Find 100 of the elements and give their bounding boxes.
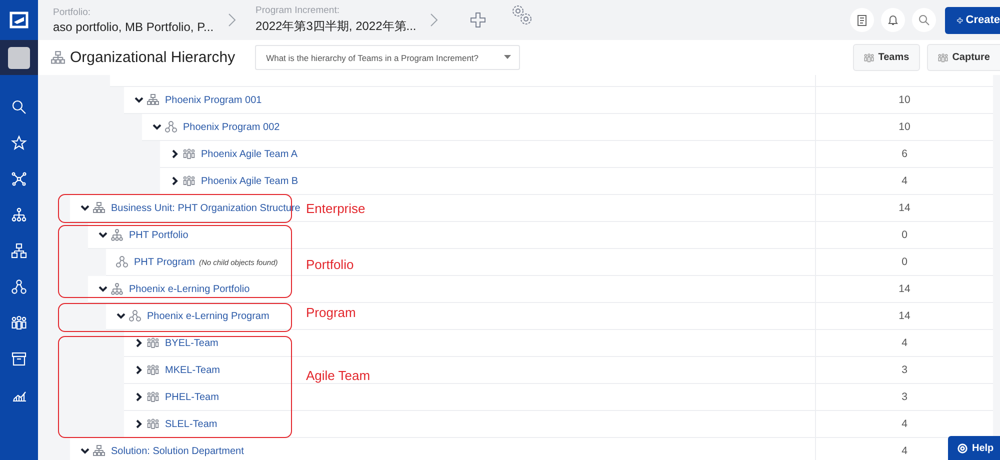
chevron-right-icon[interactable] — [134, 338, 144, 348]
page-title: Organizational Hierarchy — [70, 49, 236, 66]
people-icon — [183, 175, 195, 187]
tree-row[interactable]: Phoenix Agile Team B — [160, 168, 815, 195]
bell-button[interactable] — [881, 8, 905, 32]
network-icon — [116, 256, 128, 268]
search-button[interactable] — [912, 8, 936, 32]
breadcrumb-label: Portfolio: — [53, 6, 92, 18]
annotation-label: Portfolio — [306, 257, 354, 272]
count-cell: 14 — [815, 303, 993, 330]
bell-icon — [887, 14, 899, 26]
chevron-down-icon[interactable] — [98, 230, 108, 240]
tree-row[interactable]: Phoenix Agile Team A — [160, 141, 815, 168]
tree-row[interactable]: PHT Portfolio — [88, 222, 815, 249]
node-name[interactable]: Phoenix Program 001 — [165, 94, 262, 106]
tree-row[interactable]: PHEL-Team — [124, 384, 815, 411]
network-icon[interactable] — [11, 279, 27, 295]
node-name[interactable]: Phoenix e-Lerning Program — [147, 310, 270, 322]
chevron-down-icon[interactable] — [134, 95, 144, 105]
annotation-label: Agile Team — [306, 368, 370, 383]
network-icon[interactable] — [11, 171, 27, 187]
breadcrumb-value[interactable]: aso portfolio, MB Portfolio, P... — [53, 20, 214, 34]
search-icon — [918, 14, 930, 26]
network-icon — [165, 121, 177, 133]
hierarchy-icon — [93, 445, 105, 457]
count-cell: 14 — [815, 276, 993, 303]
count-cell: 6 — [815, 141, 993, 168]
chevron-down-icon[interactable] — [116, 311, 126, 321]
count-cell: 14 — [815, 195, 993, 222]
node-name[interactable]: SLEL-Team — [165, 418, 218, 430]
chevron-right-icon[interactable] — [134, 419, 144, 429]
count-cell: 4 — [815, 330, 993, 357]
tree-icon — [111, 283, 123, 295]
people-icon — [864, 52, 874, 62]
tree-icon — [111, 229, 123, 241]
node-name[interactable]: PHT Portfolio — [129, 230, 188, 240]
people-icon — [147, 391, 159, 403]
tree-row[interactable]: Phoenix e-Lerning Portfolio — [88, 276, 815, 303]
dropdown-arrow-icon — [504, 55, 512, 60]
lifebuoy-icon — [957, 442, 968, 454]
network-icon — [129, 310, 141, 322]
node-name[interactable]: PHT Program — [134, 256, 195, 268]
breadcrumb-label: Program Increment: — [256, 5, 340, 16]
node-name[interactable]: Phoenix e-Lerning Portfolio — [129, 284, 250, 294]
people-icon — [147, 418, 159, 430]
question-select[interactable]: What is the hierarchy of Teams in a Program Increment? — [255, 45, 520, 70]
hierarchy-icon — [147, 94, 159, 106]
plus-icon[interactable] — [470, 12, 486, 28]
breadcrumb-value[interactable]: 2022年第3四半期, 2022年第... — [256, 18, 416, 35]
clipboard-button[interactable] — [850, 8, 874, 32]
node-name[interactable]: Phoenix Agile Team A — [201, 148, 298, 160]
help-button[interactable]: Help — [948, 436, 1000, 460]
node-name[interactable]: PHEL-Team — [165, 392, 219, 402]
tree-row[interactable]: BYEL-Team — [124, 330, 815, 357]
toolbar-button[interactable]: Capture — [927, 44, 1000, 71]
chevron-down-icon[interactable] — [152, 122, 162, 132]
annotation-label: Enterprise — [306, 201, 366, 216]
count-cell: 4 — [815, 411, 993, 438]
hierarchy-icon[interactable] — [11, 243, 27, 259]
tree-row[interactable]: Phoenix Program 002 — [142, 114, 815, 141]
node-name[interactable]: MKEL-Team — [165, 364, 220, 376]
clipboard-icon — [856, 14, 868, 26]
people-icon — [938, 52, 948, 62]
hierarchy-icon — [93, 202, 105, 214]
count-cell: 0 — [815, 222, 993, 249]
count-cell: 10 — [815, 114, 993, 141]
people-icon[interactable] — [11, 315, 27, 331]
node-name[interactable]: Phoenix Agile Team B — [201, 176, 298, 186]
tree-row[interactable]: Solution: Solution Department — [70, 438, 815, 460]
count-cell: 4 — [815, 168, 993, 195]
count-cell: 0 — [815, 249, 993, 276]
count-cell: 3 — [815, 384, 993, 411]
chevron-right-icon[interactable] — [170, 149, 180, 159]
count-cell: 10 — [815, 87, 993, 114]
chevron-right-icon[interactable] — [170, 176, 180, 186]
chevron-down-icon[interactable] — [80, 446, 90, 456]
chevron-down-icon[interactable] — [98, 284, 108, 294]
node-name[interactable]: BYEL-Team — [165, 338, 218, 348]
search-icon[interactable] — [11, 99, 27, 115]
tree-icon[interactable] — [11, 207, 27, 223]
count-cell: 3 — [815, 357, 993, 384]
tree-row[interactable]: SLEL-Team — [124, 411, 815, 438]
settings-icon[interactable] — [510, 3, 534, 27]
people-icon — [147, 364, 159, 376]
people-icon — [147, 337, 159, 349]
node-name[interactable]: Phoenix Program 002 — [183, 122, 280, 132]
people-icon — [183, 148, 195, 160]
hierarchy-icon — [51, 50, 65, 64]
chevron-right-icon[interactable] — [134, 392, 144, 402]
avatar[interactable] — [8, 46, 30, 68]
node-name[interactable]: Solution: Solution Department — [111, 446, 244, 456]
annotation-label: Program — [306, 305, 356, 320]
chevron-down-icon[interactable] — [80, 203, 90, 213]
archive-icon[interactable] — [11, 351, 27, 367]
create-button[interactable]: Create — [945, 6, 1000, 34]
plus-icon — [957, 14, 963, 26]
tree-row[interactable]: Phoenix Program 001 — [124, 87, 815, 114]
toolbar-button[interactable]: Teams — [853, 44, 920, 71]
star-icon[interactable] — [11, 135, 27, 151]
chevron-right-icon[interactable] — [134, 365, 144, 375]
